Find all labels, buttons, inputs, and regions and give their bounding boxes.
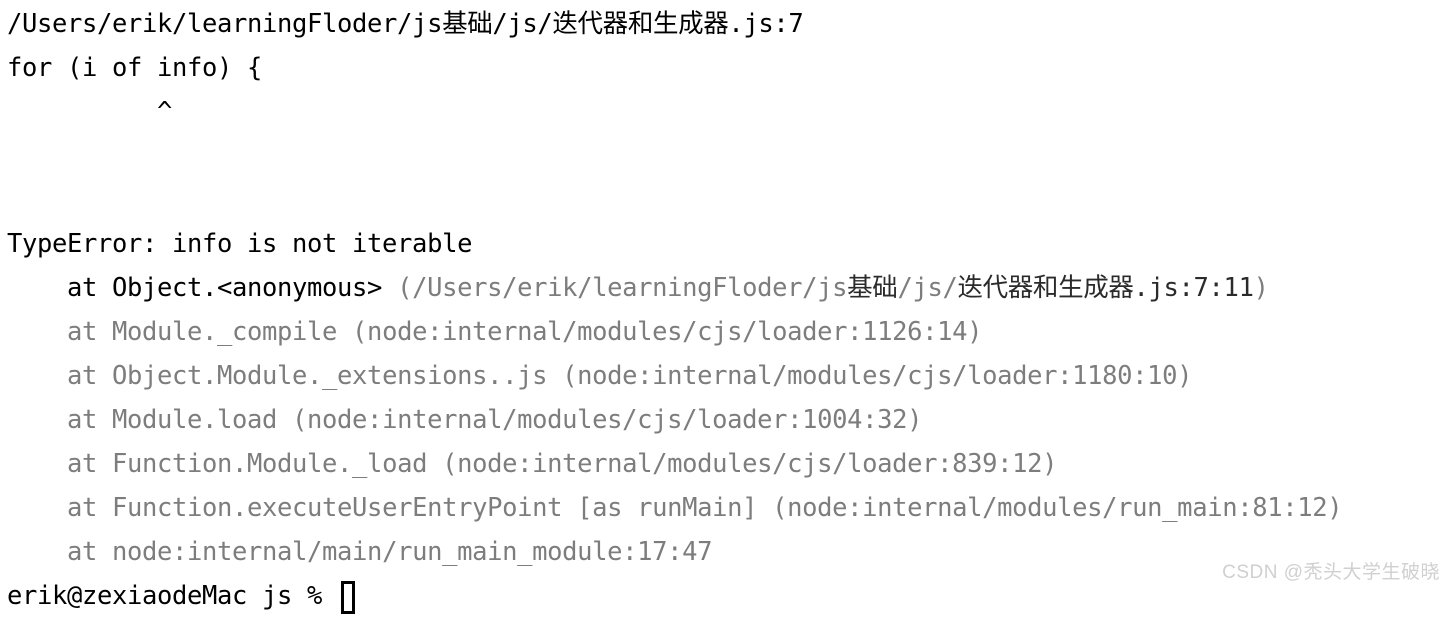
stack-frame-row: at Module.load (node:internal/modules/cj… xyxy=(7,398,1452,442)
stack-frame-text: at Function.Module._load (node:internal/… xyxy=(67,449,1058,479)
stack-frame-location-end: .js:7:11 xyxy=(1133,273,1254,303)
csdn-watermark: CSDN @秃头大学生破晓 xyxy=(1222,562,1440,583)
stack-frame-row: at Function.executeUserEntryPoint [as ru… xyxy=(7,486,1452,530)
stack-frame-row: at Object.Module._extensions..js (node:i… xyxy=(7,354,1452,398)
stack-frame-text: at Object.Module._extensions..js (node:i… xyxy=(67,361,1193,391)
text-cursor[interactable] xyxy=(341,580,356,614)
stack-frame-location-open: (/Users/erik/learningFloder/js xyxy=(397,273,848,303)
stack-frame-indent xyxy=(7,405,67,435)
stack-frame-row: at Object.<anonymous> (/Users/erik/learn… xyxy=(7,266,1452,310)
stack-frame-text: at Module._compile (node:internal/module… xyxy=(67,317,983,347)
error-caret-marker: ^ xyxy=(7,97,173,127)
stack-frame-location-cjk-1: 基础 xyxy=(847,273,898,303)
stack-frame-indent xyxy=(7,449,67,479)
terminal-output-pane[interactable]: /Users/erik/learningFloder/js基础/js/迭代器和生… xyxy=(0,0,1452,614)
error-message: TypeError: info is not iterable xyxy=(7,229,473,259)
stack-frame-indent xyxy=(7,273,67,303)
stack-frame-location-cjk-2: 迭代器和生成器 xyxy=(957,273,1134,303)
stack-frame-location-close: ) xyxy=(1253,273,1269,303)
stack-frame-row: at Module._compile (node:internal/module… xyxy=(7,310,1452,354)
stack-frame-row: at Function.Module._load (node:internal/… xyxy=(7,442,1452,486)
stack-frame-text: at Module.load (node:internal/modules/cj… xyxy=(67,405,923,435)
stack-frame-indent xyxy=(7,537,67,567)
stack-frame-indent xyxy=(7,493,67,523)
stack-frame-location-mid: /js/ xyxy=(897,273,958,303)
stack-frame-text: at node:internal/main/run_main_module:17… xyxy=(67,537,713,567)
shell-prompt-label: erik@zexiaodeMac js % xyxy=(7,581,338,611)
stack-frame-text: at Function.executeUserEntryPoint [as ru… xyxy=(67,493,1343,523)
stack-frame-function: at Object.<anonymous> xyxy=(67,273,398,303)
error-source-code-line: for (i of info) { xyxy=(7,53,263,83)
error-source-path: /Users/erik/learningFloder/js基础/js/迭代器和生… xyxy=(7,9,804,39)
stack-frame-indent xyxy=(7,361,67,391)
stack-frame-indent xyxy=(7,317,67,347)
